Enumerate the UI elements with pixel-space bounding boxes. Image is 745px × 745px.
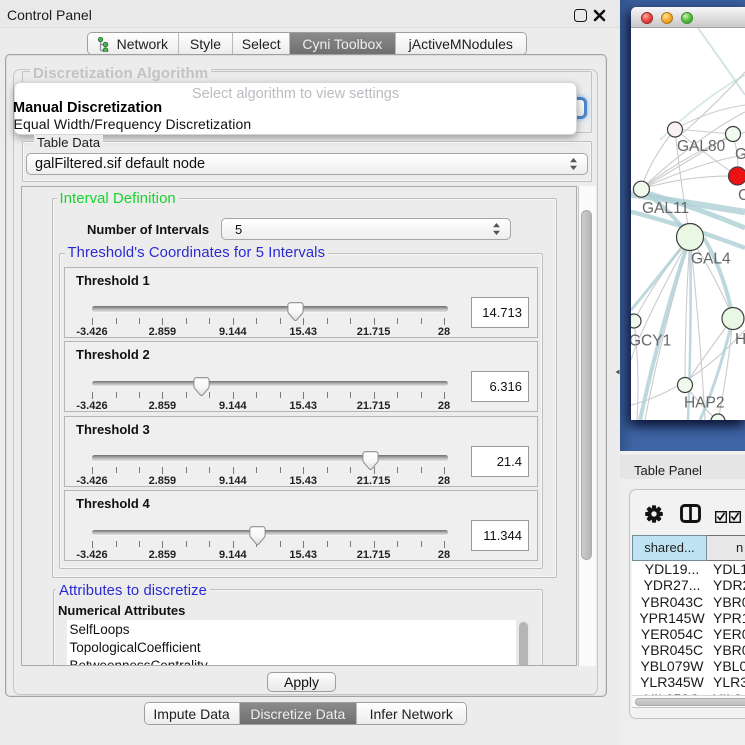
svg-text:CDC1: CDC1 — [738, 187, 745, 204]
svg-text:GAL80: GAL80 — [677, 138, 726, 155]
svg-text:GCY1: GCY1 — [631, 333, 671, 350]
svg-text:HAP2: HAP2 — [684, 395, 725, 412]
svg-text:GAL4: GAL4 — [691, 251, 731, 268]
svg-text:GAL11: GAL11 — [642, 200, 689, 217]
svg-text:GAL3: GAL3 — [735, 146, 745, 163]
svg-text:HIS4: HIS4 — [735, 331, 745, 348]
